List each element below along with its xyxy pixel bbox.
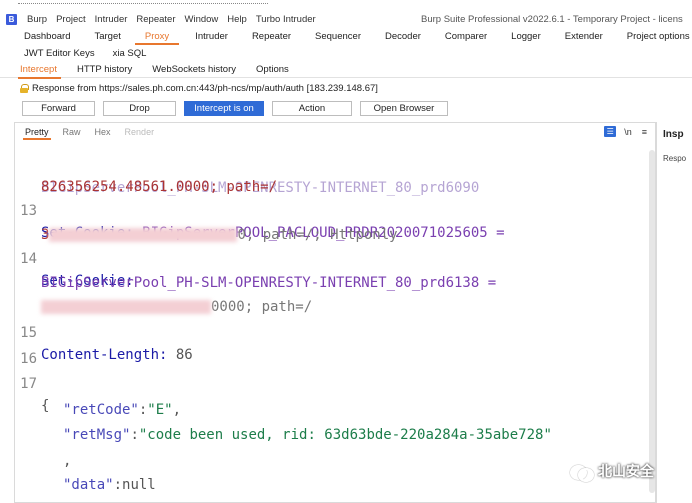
menu-help[interactable]: Help: [227, 14, 247, 25]
intercept-toggle-button[interactable]: Intercept is on: [184, 101, 264, 116]
tab-project-options[interactable]: Project options: [603, 28, 690, 45]
menu-burp[interactable]: Burp: [27, 14, 47, 25]
intercept-toolbar: Forward Drop Intercept is on Action Open…: [22, 101, 456, 117]
tab-intercept[interactable]: Intercept: [0, 62, 61, 79]
code-view[interactable]: BIGipServerPool_PH-SLM-OPENRESTY-INTERNE…: [15, 141, 655, 502]
code-line: 13 Set-Cookie: BIGipServerPOOL_PACLOUD_P…: [20, 203, 505, 241]
menu-window[interactable]: Window: [185, 14, 219, 25]
tab-comparer[interactable]: Comparer: [421, 28, 487, 45]
burp-logo-icon: B: [6, 13, 17, 25]
code-line: }: [15, 477, 655, 499]
top-cropped-strip: [0, 0, 692, 6]
tab-http-history[interactable]: HTTP history: [57, 62, 132, 78]
code-line: 14 Set-Cookie:: [20, 251, 134, 289]
watermark: 北山安全: [570, 461, 654, 482]
tab-decoder[interactable]: Decoder: [361, 28, 421, 45]
code-line: 826356254.48561.0000; path=/: [41, 179, 278, 195]
menu-repeater[interactable]: Repeater: [136, 14, 175, 25]
tab-logger[interactable]: Logger: [487, 28, 541, 45]
code-line: 16: [20, 351, 37, 367]
drop-button[interactable]: Drop: [103, 101, 176, 116]
tab-jwt-editor-keys[interactable]: JWT Editor Keys: [0, 45, 95, 62]
code-line: 3 0; path=/; Httponly: [41, 227, 398, 243]
code-line: ,: [63, 453, 72, 469]
lock-icon: [20, 84, 29, 93]
tab-websockets-history[interactable]: WebSockets history: [132, 62, 236, 78]
tab-sequencer[interactable]: Sequencer: [291, 28, 361, 45]
tab-options[interactable]: Options: [236, 62, 289, 78]
code-line: 0000; path=/: [15, 274, 655, 315]
code-line: "data":null: [63, 477, 156, 493]
code-line: BIGipServerPool_PH-SLM-OPENRESTY-INTERNE…: [41, 275, 497, 291]
code-line: 15 Content-Length: 86: [20, 325, 193, 363]
watermark-text: 北山安全: [598, 463, 654, 479]
response-info-text: Response from https://sales.ph.com.cn:44…: [32, 83, 378, 94]
tab-extender[interactable]: Extender: [541, 28, 603, 45]
open-browser-button[interactable]: Open Browser: [360, 101, 448, 116]
inspector-title[interactable]: Insp: [663, 129, 684, 140]
tab-target[interactable]: Target: [70, 28, 120, 45]
message-editor: Pretty Raw Hex Render ☰ \n ≡ BIGipServer…: [14, 122, 656, 503]
wechat-icon: [570, 463, 594, 482]
menu-bar: B Burp Project Intruder Repeater Window …: [0, 10, 692, 28]
code-line: "retCode":"E",: [63, 402, 182, 418]
tab-intruder[interactable]: Intruder: [169, 28, 228, 45]
main-tabs: Dashboard Target Proxy Intruder Repeater…: [0, 28, 692, 62]
tab-repeater[interactable]: Repeater: [228, 28, 291, 45]
response-info-line: Response from https://sales.ph.com.cn:44…: [20, 83, 378, 94]
menu-intruder[interactable]: Intruder: [95, 14, 128, 25]
proxy-tabs: Intercept HTTP history WebSockets histor…: [0, 62, 692, 79]
tab-xia-sql[interactable]: xia SQL: [95, 45, 147, 62]
code-line: BIGipServerPool_PH-SLM-OPENRESTY-INTERNE…: [15, 133, 655, 196]
menu-project[interactable]: Project: [56, 14, 86, 25]
code-line: 17 {: [20, 376, 50, 414]
forward-button[interactable]: Forward: [22, 101, 95, 116]
menu-turbo-intruder[interactable]: Turbo Intruder: [256, 14, 316, 25]
inspector-panel: Insp Respo: [656, 122, 692, 503]
code-line: "retMsg":"code been used, rid: 63d63bde-…: [63, 427, 552, 443]
editor-scrollbar[interactable]: [649, 150, 655, 493]
inspector-response-section[interactable]: Respo: [663, 154, 686, 163]
action-button[interactable]: Action: [272, 101, 352, 116]
tab-proxy[interactable]: Proxy: [121, 28, 180, 45]
tab-dashboard[interactable]: Dashboard: [0, 28, 70, 45]
window-title: Burp Suite Professional v2022.6.1 - Temp…: [421, 14, 683, 25]
